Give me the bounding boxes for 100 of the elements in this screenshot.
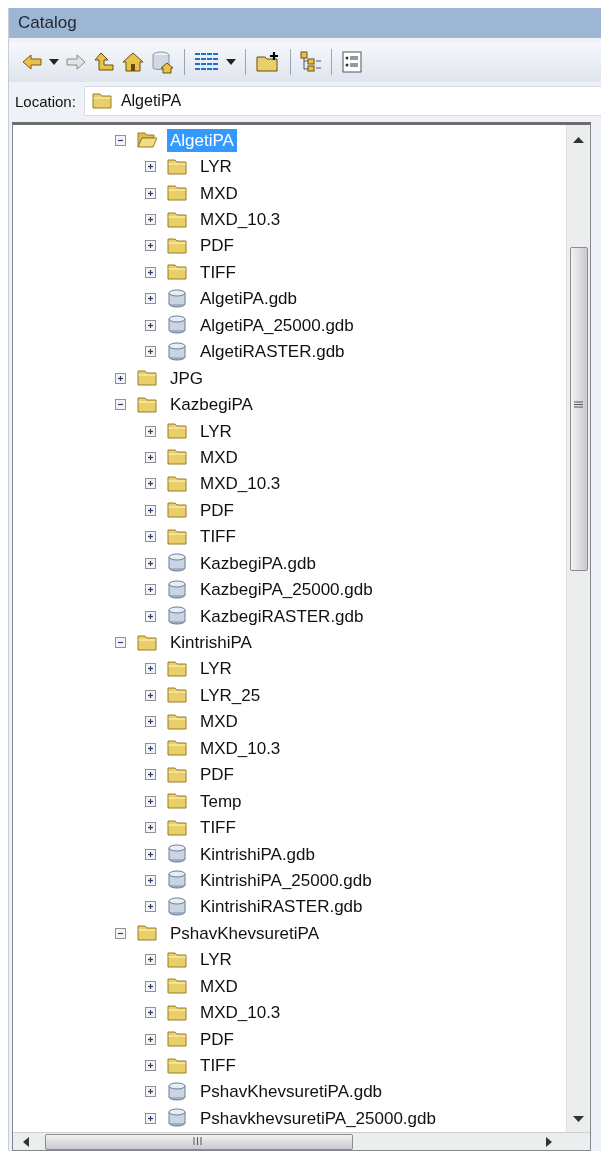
tree-item[interactable]: MXD [197, 181, 241, 205]
expand-icon[interactable] [145, 689, 156, 701]
expand-icon[interactable] [145, 557, 156, 569]
add-folder-icon[interactable] [255, 51, 281, 73]
expand-icon[interactable] [145, 161, 156, 173]
tree-item[interactable]: KazbegiPA_25000.gdb [197, 578, 376, 602]
up-arrow-icon[interactable] [93, 51, 115, 73]
tree-item[interactable]: MXD [197, 974, 241, 998]
expand-icon[interactable] [145, 187, 156, 199]
folder-icon [167, 209, 187, 230]
caret-icon[interactable] [226, 59, 236, 65]
database-icon [167, 844, 187, 865]
expand-icon[interactable] [145, 901, 156, 913]
expand-icon[interactable] [145, 478, 156, 490]
details-icon[interactable] [341, 51, 363, 73]
folder-icon [167, 711, 187, 732]
tree-item[interactable]: MXD [197, 710, 241, 734]
tree-item[interactable]: MXD_10.3 [197, 736, 284, 760]
expand-icon[interactable] [145, 1007, 156, 1019]
expand-icon[interactable] [145, 663, 156, 675]
tree-item[interactable]: KazbegiPA [167, 393, 256, 417]
expand-icon[interactable] [145, 1112, 156, 1124]
vertical-scrollbar[interactable] [566, 125, 590, 1132]
expand-icon[interactable] [145, 584, 156, 596]
tree-item[interactable]: TIFF [197, 816, 239, 840]
expand-icon[interactable] [145, 451, 156, 463]
tree-item[interactable]: KazbegiRASTER.gdb [197, 604, 367, 628]
expand-icon[interactable] [145, 1060, 156, 1072]
expand-icon[interactable] [115, 372, 126, 384]
expand-icon[interactable] [145, 742, 156, 754]
folder-icon [167, 447, 187, 468]
tree-item[interactable]: TIFF [197, 260, 239, 284]
tree-item[interactable]: AlgetiPA.gdb [197, 287, 301, 311]
location-field[interactable]: AlgetiPA [83, 86, 601, 116]
tree-item[interactable]: MXD_10.3 [197, 1001, 284, 1025]
tree-item[interactable]: LYR_25 [197, 683, 264, 707]
folder-icon [167, 1055, 187, 1076]
tree-item[interactable]: KintrishiPA [167, 631, 255, 655]
tree-item[interactable]: LYR [197, 419, 235, 443]
expand-icon[interactable] [145, 425, 156, 437]
tree-item[interactable]: MXD_10.3 [197, 472, 284, 496]
tree-item[interactable]: LYR [197, 657, 235, 681]
expand-icon[interactable] [145, 504, 156, 516]
expand-icon[interactable] [145, 1086, 156, 1098]
tree-view-icon[interactable] [300, 51, 322, 73]
tree-item[interactable]: KintrishiPA_25000.gdb [197, 868, 375, 892]
tree-item[interactable]: PshavKhevsuretiPA.gdb [197, 1080, 386, 1104]
scroll-left-arrow-icon[interactable] [23, 1137, 29, 1147]
expand-icon[interactable] [145, 266, 156, 278]
scroll-up-arrow-icon[interactable] [573, 137, 584, 143]
expand-icon[interactable] [145, 240, 156, 252]
expand-icon[interactable] [145, 531, 156, 543]
collapse-icon[interactable] [115, 637, 126, 649]
tree-item[interactable]: PDF [197, 763, 237, 787]
expand-icon[interactable] [145, 822, 156, 834]
tree-item[interactable]: KintrishiPA.gdb [197, 842, 318, 866]
database-home-icon[interactable] [151, 50, 175, 74]
tree-item[interactable]: TIFF [197, 1054, 239, 1078]
tree-item[interactable]: AlgetiPA_25000.gdb [197, 313, 357, 337]
back-arrow-icon[interactable] [21, 52, 43, 72]
collapse-icon[interactable] [115, 927, 126, 939]
caret-icon[interactable] [49, 59, 59, 65]
tree-item[interactable]: MXD [197, 445, 241, 469]
expand-icon[interactable] [145, 874, 156, 886]
expand-icon[interactable] [145, 954, 156, 966]
expand-icon[interactable] [145, 769, 156, 781]
tree-item[interactable]: PDF [197, 234, 237, 258]
tree-item[interactable]: LYR [197, 948, 235, 972]
tree-item[interactable]: MXD_10.3 [197, 208, 284, 232]
tree-item[interactable]: KazbegiPA.gdb [197, 551, 319, 575]
scroll-right-arrow-icon[interactable] [546, 1137, 552, 1147]
tree-item[interactable]: PDF [197, 1027, 237, 1051]
tree-item[interactable]: AlgetiRASTER.gdb [197, 340, 348, 364]
folder-icon [167, 1029, 187, 1050]
expand-icon[interactable] [145, 319, 156, 331]
folder-icon [167, 658, 187, 679]
folder-icon [167, 156, 187, 177]
tree-item[interactable]: PDF [197, 498, 237, 522]
expand-icon[interactable] [145, 980, 156, 992]
expand-icon[interactable] [145, 346, 156, 358]
tree-item[interactable]: Temp [197, 789, 245, 813]
scroll-down-arrow-icon[interactable] [573, 1116, 584, 1122]
home-icon[interactable] [121, 51, 145, 73]
expand-icon[interactable] [145, 610, 156, 622]
expand-icon[interactable] [145, 716, 156, 728]
tree-item[interactable]: PshavKhevsuretiPA [167, 921, 322, 945]
horizontal-scrollbar[interactable] [13, 1132, 590, 1150]
collapse-icon[interactable] [115, 399, 126, 411]
tree-item[interactable]: KintrishiRASTER.gdb [197, 895, 366, 919]
collapse-icon[interactable] [115, 134, 126, 146]
expand-icon[interactable] [145, 795, 156, 807]
expand-icon[interactable] [145, 848, 156, 860]
list-view-icon[interactable] [194, 51, 220, 73]
tree-item[interactable]: LYR [197, 155, 235, 179]
tree-item[interactable]: TIFF [197, 525, 239, 549]
tree-item[interactable]: JPG [167, 366, 207, 390]
expand-icon[interactable] [145, 293, 156, 305]
tree-item[interactable]: PshavkhevsuretiPA_25000.gdb [197, 1106, 439, 1130]
expand-icon[interactable] [145, 214, 156, 226]
expand-icon[interactable] [145, 1033, 156, 1045]
